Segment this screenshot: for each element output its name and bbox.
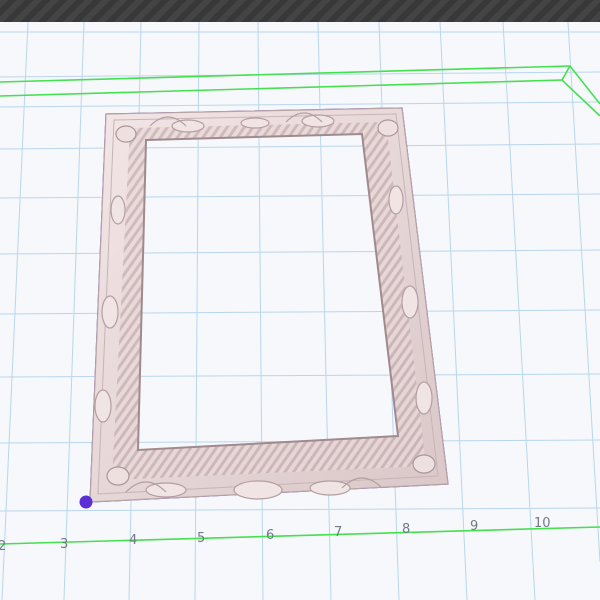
axis-tick-label: 2: [0, 539, 6, 554]
axis-tick-label: 8: [402, 522, 410, 537]
ornate-frame-model[interactable]: [89, 107, 449, 503]
top-toolbar: [0, 0, 600, 22]
x-axis-tick-labels: 2 3 4 5 6 7 8 9 10: [0, 516, 551, 554]
scene-canvas[interactable]: 2 3 4 5 6 7 8 9 10: [0, 22, 600, 600]
grid-lines: [0, 22, 600, 600]
app-window: 2 3 4 5 6 7 8 9 10: [0, 0, 600, 600]
axis-tick-label: 7: [334, 525, 342, 540]
axis-tick-label: 5: [197, 531, 205, 546]
axis-tick-label: 10: [534, 516, 551, 531]
axis-tick-label: 4: [129, 533, 137, 548]
origin-point-handle[interactable]: [79, 495, 93, 509]
axis-tick-label: 9: [470, 519, 478, 534]
axis-tick-label: 6: [266, 528, 274, 543]
toolbar-texture: [0, 0, 600, 22]
axis-tick-label: 3: [60, 537, 68, 552]
3d-viewport[interactable]: 2 3 4 5 6 7 8 9 10: [0, 22, 600, 600]
